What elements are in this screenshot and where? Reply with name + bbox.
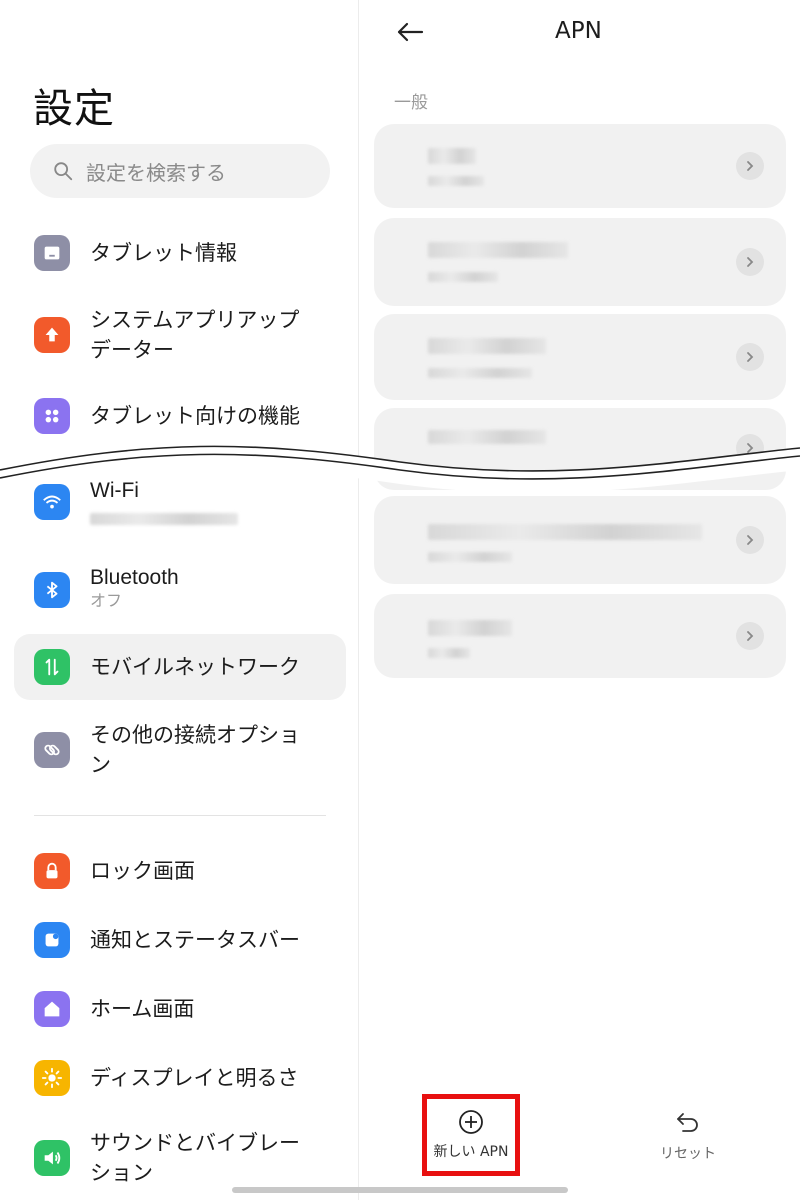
settings-item-sound[interactable]: サウンドとバイブレー ション [34, 1128, 300, 1188]
apn-title: APN [555, 18, 602, 44]
chevron-right-icon [736, 622, 764, 650]
settings-item-status: オフ [90, 591, 123, 610]
apn-entry[interactable] [374, 314, 786, 400]
lock-icon [34, 853, 70, 889]
settings-item-label: モバイルネットワーク [90, 655, 300, 679]
settings-item-other-connections[interactable]: その他の接続オプショ ン [34, 720, 300, 780]
sound-icon [34, 1140, 70, 1176]
home-icon [34, 991, 70, 1027]
apn-name-blurred [428, 620, 512, 636]
settings-item-label: タブレット向けの機能 [90, 404, 300, 428]
apn-value-blurred [428, 648, 470, 658]
settings-item-notifications[interactable]: 通知とステータスバー [34, 922, 300, 958]
grid-icon [34, 398, 70, 434]
search-icon [54, 162, 73, 181]
settings-item-label: ホーム画面 [90, 997, 195, 1021]
apn-name-blurred [428, 338, 546, 354]
settings-item-label: ディスプレイと明るさ [90, 1066, 299, 1090]
undo-icon [677, 1113, 698, 1132]
page-title: 設定 [33, 86, 115, 132]
settings-item-mobile-network[interactable]: モバイルネットワーク [34, 649, 300, 685]
settings-item-label-line2: ン [90, 753, 111, 777]
back-arrow-icon[interactable] [394, 16, 426, 48]
arrow-up-icon [34, 317, 70, 353]
link-icon [34, 732, 70, 768]
apn-name-blurred [428, 524, 702, 540]
home-indicator[interactable] [232, 1187, 568, 1193]
reset-button[interactable]: リセット [648, 1104, 728, 1168]
new-apn-label: 新しい APN [433, 1144, 509, 1160]
section-header: 一般 [394, 93, 428, 113]
mobile-network-icon [34, 649, 70, 685]
chevron-right-icon [736, 343, 764, 371]
settings-item-system-update[interactable]: システムアプリアップ データー [34, 305, 299, 365]
plus-circle-icon [459, 1110, 483, 1134]
notification-icon [34, 922, 70, 958]
apn-name-blurred [428, 148, 476, 164]
apn-value-blurred [428, 272, 498, 282]
reset-label: リセット [660, 1146, 716, 1162]
section-divider [34, 815, 326, 816]
brightness-icon [34, 1060, 70, 1096]
cut-line-decoration [0, 445, 800, 493]
search-bar[interactable]: 設定を検索する [30, 144, 330, 198]
settings-item-label: その他の接続オプショ [90, 723, 300, 747]
settings-panel: 設定 設定を検索する タブレット情報 システムアプリアップ データー タブレット… [0, 0, 358, 1200]
tablet-icon [34, 235, 70, 271]
apn-name-blurred [428, 242, 568, 258]
apn-entry[interactable] [374, 496, 786, 584]
chevron-right-icon [736, 526, 764, 554]
settings-item-tablet-info[interactable]: タブレット情報 [34, 235, 237, 271]
apn-value-blurred [428, 552, 512, 562]
apn-entry[interactable] [374, 124, 786, 208]
apn-value-blurred [428, 176, 484, 186]
settings-item-home-screen[interactable]: ホーム画面 [34, 991, 194, 1027]
settings-item-label: ロック画面 [90, 859, 195, 883]
settings-item-label: 通知とステータスバー [90, 928, 300, 952]
settings-item-label: タブレット情報 [90, 241, 237, 265]
chevron-right-icon [736, 152, 764, 180]
apn-value-blurred [428, 368, 532, 378]
bluetooth-icon [34, 572, 70, 608]
settings-item-label-line2: ション [90, 1161, 153, 1185]
settings-item-label: Bluetooth [90, 566, 179, 589]
chevron-right-icon [736, 248, 764, 276]
search-placeholder: 設定を検索する [86, 160, 226, 185]
new-apn-button[interactable]: 新しい APN [422, 1094, 520, 1176]
settings-item-lock-screen[interactable]: ロック画面 [34, 853, 195, 889]
settings-item-tablet-features[interactable]: タブレット向けの機能 [34, 398, 300, 434]
settings-item-label: システムアプリアップ [90, 308, 300, 332]
panel-divider [358, 0, 359, 1200]
settings-item-label-line2: データー [90, 338, 174, 362]
settings-item-label: サウンドとバイブレー [90, 1131, 300, 1155]
apn-entry[interactable] [374, 218, 786, 306]
apn-entry[interactable] [374, 594, 786, 678]
settings-item-display[interactable]: ディスプレイと明るさ [34, 1060, 299, 1096]
settings-item-bluetooth[interactable]: Bluetooth オフ [34, 566, 179, 612]
